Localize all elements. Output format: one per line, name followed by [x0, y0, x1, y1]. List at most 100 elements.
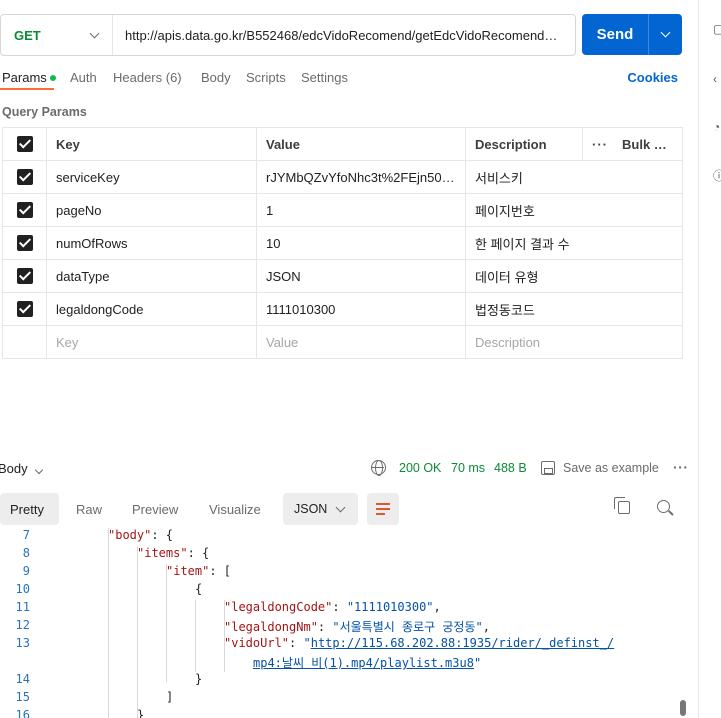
- url-input[interactable]: http://apis.data.go.kr/B552468/edcVidoRe…: [113, 28, 575, 43]
- param-key[interactable]: dataType: [46, 259, 257, 293]
- code-line: 12 "legaldongNm": "서울특별시 종로구 궁정동",: [0, 618, 690, 636]
- json-key: "legaldongCode": [224, 600, 333, 614]
- line-number: 15: [15, 690, 30, 704]
- line-number: 14: [15, 672, 30, 686]
- format-select[interactable]: JSON: [283, 493, 358, 525]
- tab-params[interactable]: Params: [2, 70, 56, 85]
- new-key-input[interactable]: Key: [46, 325, 257, 359]
- send-button-group: Send: [582, 14, 682, 55]
- new-description-input[interactable]: Description: [465, 325, 683, 359]
- view-tab-preview[interactable]: Preview: [132, 493, 178, 525]
- line-number: 16: [15, 708, 30, 718]
- code-text: "body": {: [108, 528, 173, 542]
- line-number: 11: [15, 600, 30, 614]
- code-text: "items": {: [137, 546, 209, 560]
- query-params-title: Query Params: [2, 105, 87, 119]
- row-checkbox[interactable]: [16, 301, 33, 318]
- json-key: "body": [108, 528, 152, 542]
- json-punctuation: ]: [166, 690, 174, 704]
- json-key: "items": [137, 546, 188, 560]
- line-number: 13: [15, 636, 30, 650]
- line-number: 12: [15, 618, 30, 632]
- document-icon[interactable]: ▢: [713, 22, 721, 36]
- request-tabs: Params Auth Headers (6) Body Scripts Set…: [0, 70, 690, 88]
- url-bar: GET http://apis.data.go.kr/B552468/edcVi…: [0, 14, 576, 56]
- tab-settings[interactable]: Settings: [301, 70, 348, 85]
- table-row: serviceKey rJYMbQZvYfoNhc3t%2FEjn50sP...…: [2, 160, 683, 194]
- param-value[interactable]: 1: [256, 193, 466, 227]
- chevron-down-icon: [660, 27, 671, 38]
- param-description[interactable]: 서비스키: [465, 160, 683, 194]
- active-dot-icon: [49, 74, 56, 81]
- response-size[interactable]: 488 B: [494, 461, 527, 475]
- param-key[interactable]: serviceKey: [46, 160, 257, 194]
- response-body-dropdown[interactable]: Body: [0, 461, 43, 476]
- response-body-editor[interactable]: 7 "body": {8 "items": {9 "item": [10{11 "leg…: [0, 528, 690, 718]
- row-checkbox-cell: [2, 193, 47, 227]
- search-icon[interactable]: [657, 500, 670, 513]
- row-checkbox[interactable]: [16, 235, 33, 252]
- tab-auth[interactable]: Auth: [70, 70, 97, 85]
- table-header-row: Key Value Description ··· Bulk Edit: [2, 127, 683, 161]
- response-time[interactable]: 70 ms: [451, 461, 485, 475]
- comment-icon[interactable]: ◔: [713, 120, 720, 134]
- view-tab-raw[interactable]: Raw: [76, 493, 102, 525]
- bulk-edit-button[interactable]: ··· Bulk Edit: [582, 127, 683, 161]
- param-key[interactable]: pageNo: [46, 193, 257, 227]
- info-icon[interactable]: ⓘ: [713, 167, 721, 184]
- param-value[interactable]: JSON: [256, 259, 466, 293]
- row-checkbox[interactable]: [16, 169, 33, 186]
- row-checkbox[interactable]: [16, 202, 33, 219]
- code-text: mp4:날씨 비(1).mp4/playlist.m3u8": [253, 654, 481, 671]
- json-string: ": [303, 636, 311, 650]
- json-punctuation: }: [195, 672, 203, 686]
- tab-scripts[interactable]: Scripts: [246, 70, 286, 85]
- json-link[interactable]: http://115.68.202.88:1935/rider/_definst…: [311, 636, 614, 650]
- scrollbar-thumb[interactable]: [680, 700, 686, 716]
- code-icon[interactable]: ‹: [713, 72, 717, 86]
- globe-icon[interactable]: [371, 460, 386, 476]
- param-key[interactable]: legaldongCode: [46, 292, 257, 326]
- param-description[interactable]: 데이터 유형: [465, 259, 683, 293]
- code-text: "vidoUrl": "http://115.68.202.88:1935/ri…: [224, 636, 614, 650]
- json-string: ": [473, 656, 482, 670]
- line-number: 7: [22, 528, 30, 542]
- tab-body[interactable]: Body: [201, 70, 231, 85]
- wrap-icon: [376, 503, 390, 505]
- param-description[interactable]: 페이지번호: [465, 193, 683, 227]
- view-tab-pretty[interactable]: Pretty: [0, 493, 59, 525]
- response-header: Body 200 OK 70 ms 488 B Save as example …: [0, 459, 690, 479]
- json-key: "vidoUrl": [224, 636, 290, 650]
- json-punctuation: :: [289, 636, 304, 650]
- param-value[interactable]: 10: [256, 226, 466, 260]
- param-value[interactable]: rJYMbQZvYfoNhc3t%2FEjn50sP...: [256, 160, 466, 194]
- method-select[interactable]: GET: [1, 15, 113, 55]
- param-description[interactable]: 한 페이지 결과 수: [465, 226, 683, 260]
- wrap-lines-button[interactable]: [367, 493, 399, 525]
- new-value-input[interactable]: Value: [256, 325, 466, 359]
- save-icon: [541, 461, 555, 475]
- copy-icon[interactable]: [614, 497, 630, 514]
- json-punctuation: : [: [209, 564, 232, 578]
- row-checkbox-cell: [2, 226, 47, 260]
- active-tab-indicator: [0, 88, 54, 90]
- json-link[interactable]: mp4:날씨 비(1).mp4/playlist.m3u8: [253, 656, 474, 670]
- param-value[interactable]: 1111010300: [256, 292, 466, 326]
- json-punctuation: : {: [187, 546, 210, 560]
- column-value: Value: [256, 127, 466, 161]
- status-badge[interactable]: 200 OK: [399, 461, 441, 475]
- more-options-icon[interactable]: ···: [673, 459, 689, 475]
- save-as-example-button[interactable]: Save as example: [563, 461, 659, 475]
- cookies-link[interactable]: Cookies: [627, 70, 678, 85]
- code-line: 15]: [0, 690, 690, 708]
- select-all-checkbox[interactable]: [16, 136, 33, 153]
- code-text: }: [195, 672, 202, 686]
- param-description[interactable]: 법정동코드: [465, 292, 683, 326]
- send-button[interactable]: Send: [582, 14, 649, 55]
- view-tab-visualize[interactable]: Visualize: [209, 493, 261, 525]
- send-options-button[interactable]: [649, 14, 682, 55]
- tab-headers[interactable]: Headers (6): [113, 70, 182, 85]
- param-key[interactable]: numOfRows: [46, 226, 257, 260]
- row-checkbox[interactable]: [16, 268, 33, 285]
- json-string: "1111010300": [346, 600, 434, 614]
